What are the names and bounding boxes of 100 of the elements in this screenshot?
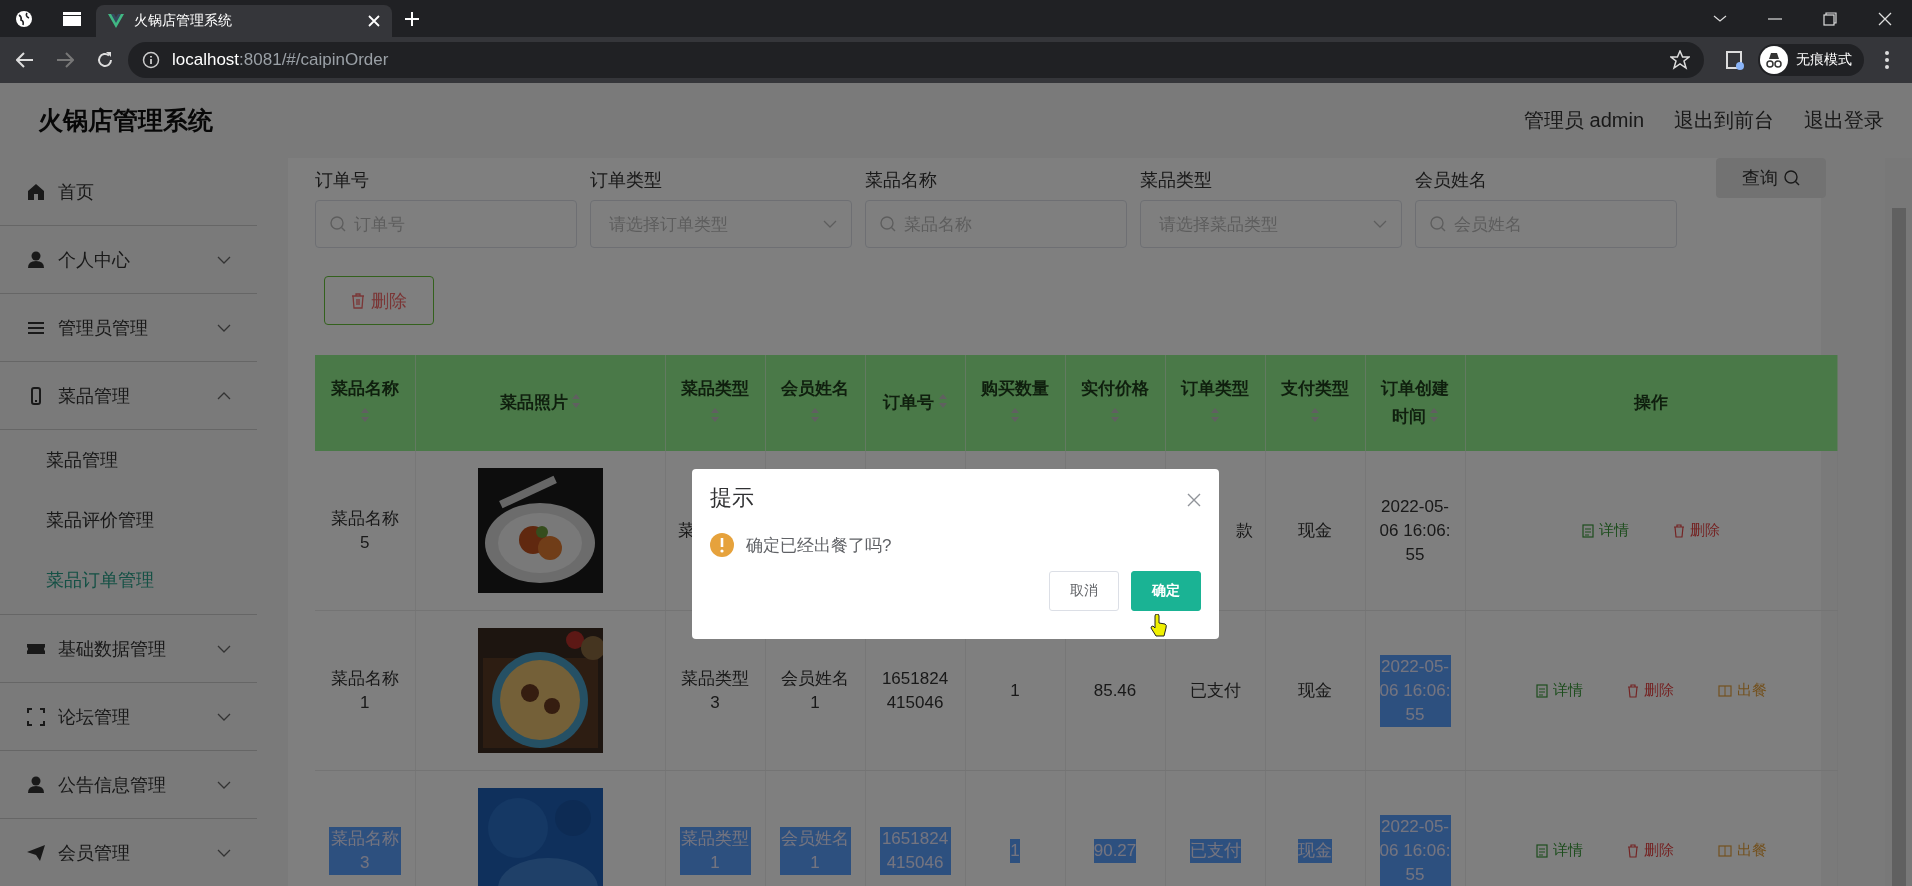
header-link[interactable]: 退出登录 bbox=[1804, 107, 1884, 134]
field-label: 菜品类型 bbox=[1140, 169, 1213, 192]
close-button[interactable] bbox=[1187, 493, 1201, 507]
sidebar-item[interactable]: 论坛管理 bbox=[0, 683, 257, 751]
query-button[interactable]: 查询 bbox=[1716, 158, 1826, 198]
detail-link[interactable]: 详情 bbox=[1582, 521, 1629, 540]
serve-link[interactable]: 出餐 bbox=[1717, 841, 1767, 860]
search-icon bbox=[1430, 216, 1446, 232]
forward-icon[interactable] bbox=[56, 51, 74, 69]
sidebar-item[interactable]: 个人中心 bbox=[0, 226, 257, 294]
browser-tab[interactable]: 火锅店管理系统 bbox=[96, 5, 392, 37]
table-cell: 现金 bbox=[1298, 838, 1332, 863]
close-icon bbox=[1187, 493, 1201, 507]
document-icon bbox=[1535, 683, 1548, 698]
table-cell: 2022-05-06 16:06:55 bbox=[1379, 814, 1451, 886]
column-header[interactable]: 实付价格 bbox=[1065, 355, 1165, 451]
confirm-button[interactable]: 确定 bbox=[1131, 571, 1201, 611]
delete-link[interactable]: 删除 bbox=[1626, 681, 1674, 700]
search-icon bbox=[1784, 170, 1800, 186]
sort-icon bbox=[1011, 408, 1019, 422]
chevron-down-icon[interactable] bbox=[1712, 14, 1727, 23]
table-cell-text: 2022-05-06 16:06:55 bbox=[1379, 495, 1451, 566]
column-header[interactable]: 购买数量 bbox=[965, 355, 1065, 451]
warning-icon bbox=[710, 533, 734, 557]
menu-item-icon bbox=[26, 842, 46, 863]
detail-link[interactable]: 详情 bbox=[1535, 681, 1583, 700]
book-icon bbox=[1717, 844, 1732, 857]
table-cell: 会员姓名1 bbox=[779, 826, 851, 875]
table-cell-text: 款 bbox=[1235, 519, 1253, 542]
document-icon bbox=[1582, 523, 1594, 538]
table-cell: 2022-05-06 16:06:55 bbox=[1379, 654, 1451, 727]
scrollbar-thumb[interactable] bbox=[1891, 208, 1906, 886]
header-link[interactable]: 退出到前台 bbox=[1674, 107, 1774, 134]
reload-icon[interactable] bbox=[96, 51, 114, 69]
url-text[interactable]: localhost:8081/#/caipinOrder bbox=[172, 50, 389, 70]
trash-icon bbox=[1626, 843, 1639, 858]
table-cell-text: 85.46 bbox=[1093, 679, 1137, 702]
table-cell-text: 现金 bbox=[1298, 679, 1332, 702]
sidebar-item[interactable]: 会员管理 bbox=[0, 819, 257, 886]
table-cell-text: 菜品名称5 bbox=[329, 507, 400, 554]
menu-item-icon bbox=[26, 706, 46, 727]
sidebar-item[interactable]: 管理员管理 bbox=[0, 294, 257, 362]
more-icon[interactable] bbox=[1885, 51, 1889, 69]
globe-icon bbox=[15, 9, 33, 28]
back-icon[interactable] bbox=[16, 51, 34, 69]
trash-icon bbox=[1626, 683, 1639, 698]
field-label: 会员姓名 bbox=[1415, 169, 1488, 192]
chevron-up-icon bbox=[217, 391, 231, 400]
sort-icon bbox=[1211, 408, 1219, 422]
sort-icon bbox=[1311, 408, 1319, 422]
chevron-down-icon bbox=[217, 644, 231, 653]
sidebar-subitem[interactable]: 菜品管理 bbox=[0, 430, 257, 490]
table-cell-text: 会员姓名1 bbox=[780, 667, 850, 714]
star-icon bbox=[1670, 50, 1690, 70]
table-cell-text: 现金 bbox=[1298, 519, 1332, 542]
dialog-message: 确定已经出餐了吗? bbox=[746, 534, 892, 557]
user-label: 管理员 admin bbox=[1523, 108, 1644, 133]
sort-icon bbox=[811, 408, 819, 422]
sort-icon bbox=[360, 408, 369, 422]
minimize-icon[interactable] bbox=[1767, 17, 1782, 20]
detail-link[interactable]: 详情 bbox=[1535, 841, 1583, 860]
column-header[interactable]: 订单号 bbox=[865, 355, 965, 451]
sidebar-item[interactable]: 基础数据管理 bbox=[0, 615, 257, 683]
field-label: 菜品名称 bbox=[865, 169, 938, 192]
restore-icon[interactable] bbox=[1822, 11, 1837, 26]
column-header[interactable]: 菜品名称 bbox=[315, 355, 415, 451]
column-header[interactable]: 会员姓名 bbox=[765, 355, 865, 451]
field-label: 订单号 bbox=[315, 169, 370, 192]
sidebar-subitem[interactable]: 菜品订单管理 bbox=[0, 550, 257, 610]
cancel-button[interactable]: 取消 bbox=[1049, 571, 1119, 611]
sidebar-item[interactable]: 公告信息管理 bbox=[0, 751, 257, 819]
column-header[interactable]: 订单创建时间 bbox=[1365, 355, 1465, 451]
column-header[interactable]: 菜品照片 bbox=[415, 355, 665, 451]
chevron-down-icon bbox=[1373, 220, 1387, 228]
chevron-down-icon bbox=[217, 712, 231, 721]
table-cell: 已支付 bbox=[1189, 838, 1241, 863]
sidebar-subitem[interactable]: 菜品评价管理 bbox=[0, 490, 257, 550]
vue-logo-icon bbox=[108, 14, 124, 28]
delete-link[interactable]: 删除 bbox=[1673, 521, 1720, 540]
serve-link[interactable]: 出餐 bbox=[1717, 681, 1767, 700]
delete-link[interactable]: 删除 bbox=[1626, 841, 1674, 860]
column-header[interactable]: 订单类型 bbox=[1165, 355, 1265, 451]
sort-icon bbox=[938, 394, 947, 408]
close-icon[interactable] bbox=[1877, 11, 1892, 26]
column-header[interactable]: 菜品类型 bbox=[665, 355, 765, 451]
profile-button[interactable]: 无痕模式 bbox=[1758, 44, 1864, 76]
delete-button[interactable]: 删除 bbox=[324, 276, 434, 325]
sidebar-item[interactable]: 首页 bbox=[0, 158, 257, 226]
incognito-icon bbox=[1760, 46, 1788, 74]
app-title: 火锅店管理系统 bbox=[38, 105, 213, 136]
column-header[interactable]: 操作 bbox=[1465, 355, 1837, 451]
table-cell-text: 1 bbox=[1010, 679, 1020, 702]
column-header[interactable]: 支付类型 bbox=[1265, 355, 1365, 451]
chevron-down-icon bbox=[217, 848, 231, 857]
table-cell: 菜品名称3 bbox=[329, 826, 401, 875]
trash-icon bbox=[351, 292, 365, 309]
sidebar-item[interactable]: 菜品管理 bbox=[0, 362, 257, 430]
table-cell-text: 已支付 bbox=[1189, 679, 1241, 702]
menu-item-icon bbox=[26, 181, 46, 202]
side-panel-icon[interactable] bbox=[1726, 50, 1744, 70]
